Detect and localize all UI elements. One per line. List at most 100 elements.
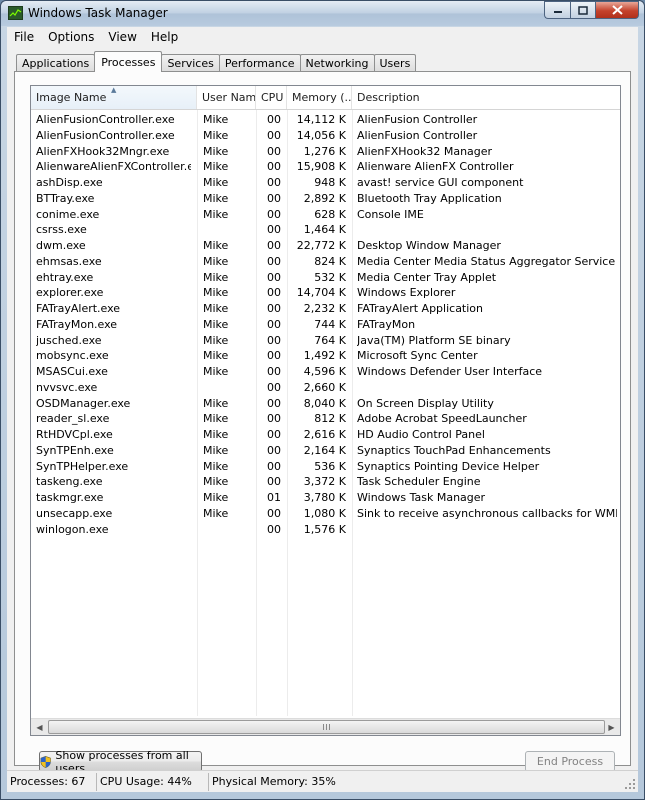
process-row[interactable]: OSDManager.exe Mike 00 8,040 K On Screen Dis… — [31, 396, 620, 412]
process-row[interactable]: SynTPHelper.exe Mike 00 536 K Synaptics Poin… — [31, 459, 620, 475]
process-row[interactable]: reader_sl.exe Mike 00 812 K Adobe Acrobat Sp… — [31, 411, 620, 427]
menu-help[interactable]: Help — [144, 30, 185, 44]
process-list[interactable]: ▲ Image Name User Name CPU Memory (... D… — [30, 85, 621, 736]
grip-icon — [323, 724, 330, 730]
process-image-name: SynTPEnh.exe — [36, 443, 114, 457]
process-row[interactable]: taskeng.exe Mike 00 3,372 K Task Scheduler E… — [31, 474, 620, 490]
close-button[interactable] — [596, 1, 639, 19]
process-row[interactable]: FATrayMon.exe Mike 00 744 K FATrayMon — [31, 317, 620, 333]
process-memory: 764 K — [314, 333, 346, 347]
title-bar[interactable]: Windows Task Manager — [1, 1, 644, 26]
process-user-name: Mike — [203, 302, 229, 315]
process-memory: 2,660 K — [303, 380, 346, 394]
process-row[interactable]: BTTray.exe Mike 00 2,892 K Bluetooth Tray Ap… — [31, 191, 620, 207]
process-cpu: 00 — [267, 475, 281, 489]
scroll-right-icon[interactable]: ▶ — [603, 719, 620, 735]
process-row[interactable]: nvvsvc.exe 00 2,660 K — [31, 380, 620, 396]
process-memory: 2,232 K — [303, 302, 346, 315]
process-row[interactable]: MSASCui.exe Mike 00 4,596 K Windows Defender… — [31, 364, 620, 380]
menu-file[interactable]: File — [7, 30, 41, 44]
process-image-name: mobsync.exe — [36, 349, 109, 363]
tab-processes[interactable]: Processes — [94, 51, 163, 72]
process-row[interactable]: ehtray.exe Mike 00 532 K Media Center Tray A… — [31, 270, 620, 286]
process-row[interactable]: AlienwareAlienFXController.exe Mike 00 15,9… — [31, 159, 620, 175]
process-description: HD Audio Control Panel — [357, 428, 485, 441]
menu-options[interactable]: Options — [41, 30, 101, 44]
process-cpu: 00 — [267, 333, 281, 347]
process-row[interactable]: SynTPEnh.exe Mike 00 2,164 K Synaptics Touch… — [31, 443, 620, 459]
process-row[interactable]: ashDisp.exe Mike 00 948 K avast! service GUI… — [31, 175, 620, 191]
process-row[interactable]: conime.exe Mike 00 628 K Console IME — [31, 207, 620, 223]
tab-users[interactable]: Users — [373, 54, 417, 72]
process-image-name: explorer.exe — [36, 286, 104, 300]
minimize-button[interactable] — [544, 1, 570, 19]
tab-applications[interactable]: Applications — [16, 54, 96, 72]
process-user-name: Mike — [203, 160, 229, 174]
tab-networking[interactable]: Networking — [299, 54, 375, 72]
task-manager-icon — [8, 6, 23, 20]
show-all-processes-button[interactable]: Show processes from all users — [39, 749, 202, 775]
process-user-name: Mike — [203, 459, 229, 473]
process-row[interactable]: winlogon.exe 00 1,576 K — [31, 522, 620, 538]
process-description: Synaptics TouchPad Enhancements — [357, 443, 551, 457]
process-row[interactable]: AlienFusionController.exe Mike 00 14,112 K A… — [31, 112, 620, 128]
process-memory: 8,040 K — [303, 396, 346, 410]
process-row[interactable]: AlienFXHook32Mngr.exe Mike 00 1,276 K AlienF… — [31, 144, 620, 160]
process-cpu: 00 — [267, 302, 281, 315]
process-image-name: ashDisp.exe — [36, 176, 103, 189]
process-description: Windows Explorer — [357, 286, 456, 300]
process-user-name: Mike — [203, 475, 229, 489]
scrollbar-thumb[interactable] — [48, 720, 605, 734]
process-row[interactable]: unsecapp.exe Mike 00 1,080 K Sink to receive… — [31, 506, 620, 522]
process-description: Adobe Acrobat SpeedLauncher — [357, 412, 527, 426]
process-row[interactable]: AlienFusionController.exe Mike 00 14,056 K A… — [31, 128, 620, 144]
process-row[interactable]: RtHDVCpl.exe Mike 00 2,616 K HD Audio Contro… — [31, 427, 620, 443]
column-header-description[interactable]: Description — [352, 86, 622, 109]
column-header-memory[interactable]: Memory (... — [287, 86, 352, 109]
process-row[interactable]: jusched.exe Mike 00 764 K Java(TM) Platform … — [31, 333, 620, 349]
process-user-name: Mike — [203, 286, 229, 300]
status-process-count: Processes: 67 — [7, 773, 97, 791]
menu-view[interactable]: View — [101, 30, 143, 44]
column-header-image-name[interactable]: ▲ Image Name — [31, 86, 197, 109]
process-image-name: MSASCui.exe — [36, 365, 108, 378]
process-memory: 948 K — [314, 176, 346, 189]
end-process-button[interactable]: End Process — [525, 751, 615, 772]
column-header-user-name[interactable]: User Name — [197, 86, 256, 109]
process-user-name: Mike — [203, 491, 229, 504]
process-user-name: Mike — [203, 349, 229, 363]
process-row[interactable]: explorer.exe Mike 00 14,704 K Windows Explor… — [31, 285, 620, 301]
process-image-name: csrss.exe — [36, 223, 87, 237]
window-title: Windows Task Manager — [28, 6, 168, 20]
tab-services[interactable]: Services — [161, 54, 220, 72]
process-image-name: FATrayAlert.exe — [36, 302, 121, 315]
process-description: AlienFusion Controller — [357, 128, 478, 142]
resize-grip-icon[interactable] — [624, 778, 636, 790]
process-image-name: FATrayMon.exe — [36, 317, 118, 331]
process-image-name: unsecapp.exe — [36, 506, 113, 520]
column-header-cpu[interactable]: CPU — [256, 86, 287, 109]
process-image-name: SynTPHelper.exe — [36, 459, 129, 473]
process-description: Windows Defender User Interface — [357, 365, 543, 378]
tab-performance[interactable]: Performance — [218, 54, 301, 72]
process-row[interactable]: csrss.exe 00 1,464 K — [31, 222, 620, 238]
process-image-name: taskmgr.exe — [36, 491, 104, 504]
process-memory: 2,164 K — [303, 443, 346, 457]
process-row[interactable]: ehmsas.exe Mike 00 824 K Media Center Media … — [31, 254, 620, 270]
uac-shield-icon — [40, 755, 51, 768]
process-user-name: Mike — [203, 207, 229, 221]
horizontal-scrollbar[interactable]: ◀ ▶ — [31, 718, 620, 735]
process-cpu: 00 — [267, 223, 281, 237]
process-image-name: jusched.exe — [36, 333, 102, 347]
process-row[interactable]: dwm.exe Mike 00 22,772 K Desktop Window Mana… — [31, 238, 620, 254]
process-image-name: ehmsas.exe — [36, 254, 102, 268]
process-row[interactable]: FATrayAlert.exe Mike 00 2,232 K FATrayAlert … — [31, 301, 620, 317]
tab-strip: Applications Processes Services Performa… — [16, 51, 417, 72]
sort-ascending-icon: ▲ — [111, 86, 117, 94]
scroll-left-icon[interactable]: ◀ — [31, 719, 48, 735]
maximize-button[interactable] — [570, 1, 596, 19]
menu-bar: File Options View Help — [7, 27, 638, 46]
process-row[interactable]: taskmgr.exe Mike 01 3,780 K Windows Task Man… — [31, 490, 620, 506]
process-row[interactable]: mobsync.exe Mike 00 1,492 K Microsoft Sync C… — [31, 348, 620, 364]
process-image-name: taskeng.exe — [36, 475, 103, 489]
